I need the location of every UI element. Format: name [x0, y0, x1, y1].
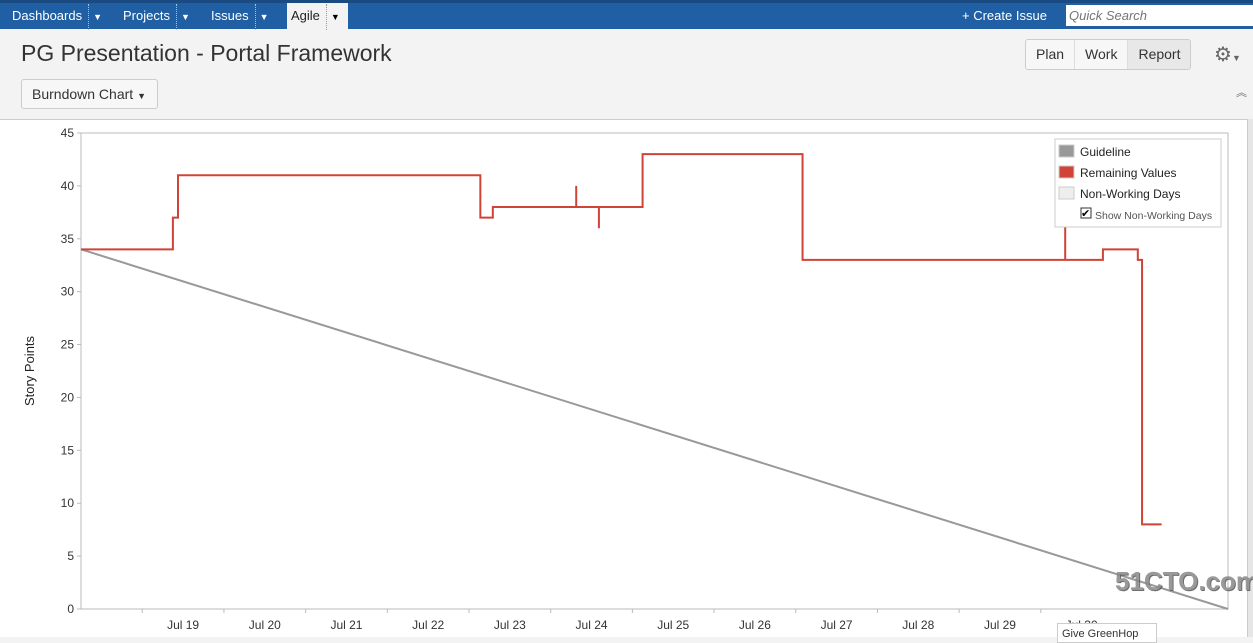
- x-tick-label: Jul 28: [902, 618, 934, 632]
- y-tick-label: 40: [61, 179, 75, 193]
- quick-search-input[interactable]: [1066, 5, 1253, 26]
- nav-issues[interactable]: Issues ▼: [199, 3, 269, 30]
- nav-label: Issues: [211, 8, 249, 23]
- y-tick-label: 25: [61, 338, 75, 352]
- create-issue-button[interactable]: + Create Issue: [962, 3, 1047, 29]
- x-tick-label: Jul 20: [249, 618, 281, 632]
- x-tick-label: Jul 27: [821, 618, 853, 632]
- burndown-chart: 0 5 10 15 20 25 30 35 40 45 Jul 19 Jul 20 Jul 21 Jul …: [0, 119, 1247, 637]
- legend-swatch: [1058, 165, 1075, 179]
- chevron-down-icon[interactable]: ▼: [254, 4, 269, 30]
- nav-projects[interactable]: Projects ▼: [111, 3, 190, 30]
- report-select-dropdown[interactable]: Burndown Chart ▼: [21, 79, 158, 109]
- gear-icon[interactable]: ⚙▼: [1214, 42, 1241, 67]
- x-tick-label: Jul 23: [494, 618, 526, 632]
- report-select-label: Burndown Chart: [32, 86, 134, 102]
- watermark-logo: 51CTO.com: [1115, 566, 1253, 596]
- y-axis-label: Story Points: [22, 335, 37, 406]
- x-tick-label: Jul 21: [330, 618, 362, 632]
- nav-label: Projects: [123, 8, 170, 23]
- x-tick-label: Jul 19: [167, 618, 199, 632]
- mode-plan-button[interactable]: Plan: [1026, 40, 1076, 69]
- y-tick-label: 35: [61, 232, 75, 246]
- y-tick-label: 15: [61, 443, 75, 457]
- legend-swatch: [1058, 144, 1075, 158]
- chevron-down-icon[interactable]: ▼: [325, 4, 340, 30]
- nav-agile[interactable]: Agile ▼: [287, 3, 348, 30]
- y-tick-label: 20: [61, 390, 75, 404]
- feedback-tooltip[interactable]: Give GreenHop: [1057, 623, 1157, 643]
- chevron-down-icon[interactable]: ▼: [88, 4, 102, 30]
- y-tick-label: 45: [61, 126, 75, 140]
- legend-entry: Non-Working Days: [1080, 187, 1180, 201]
- mode-work-button[interactable]: Work: [1075, 40, 1129, 69]
- nav-dashboards[interactable]: Dashboards ▼: [0, 3, 102, 30]
- chevron-down-icon[interactable]: ▼: [175, 4, 190, 30]
- x-tick-label: Jul 26: [739, 618, 771, 632]
- x-tick-label: Jul 25: [657, 618, 689, 632]
- create-issue-label: Create Issue: [973, 8, 1047, 23]
- y-tick-label: 30: [61, 285, 75, 299]
- legend-entry: Guideline: [1080, 145, 1131, 159]
- y-tick-label: 5: [67, 549, 74, 563]
- nav-label: Dashboards: [12, 8, 83, 23]
- check-icon: ✔: [1081, 208, 1090, 220]
- y-tick-label: 0: [67, 602, 74, 616]
- legend-entry: Remaining Values: [1080, 166, 1177, 180]
- collapse-icon[interactable]: ︽: [1236, 84, 1247, 100]
- chart-svg: 0 5 10 15 20 25 30 35 40 45 Jul 19 Jul 20 Jul 21 Jul …: [22, 126, 1229, 632]
- y-tick-label: 10: [61, 496, 75, 510]
- plus-icon: +: [962, 8, 974, 23]
- scrollbar[interactable]: [1247, 119, 1253, 637]
- page-title: PG Presentation - Portal Framework: [21, 40, 392, 66]
- caret-down-icon: ▼: [137, 91, 146, 101]
- x-tick-label: Jul 29: [984, 618, 1016, 632]
- nav-label: Agile: [291, 8, 320, 23]
- legend-swatch: [1058, 186, 1075, 200]
- checkbox-label: Show Non-Working Days: [1095, 210, 1212, 222]
- x-tick-label: Jul 22: [412, 618, 444, 632]
- mode-report-button[interactable]: Report: [1128, 40, 1191, 69]
- mode-switcher: Plan Work Report: [1025, 39, 1192, 70]
- x-tick-label: Jul 24: [576, 618, 608, 632]
